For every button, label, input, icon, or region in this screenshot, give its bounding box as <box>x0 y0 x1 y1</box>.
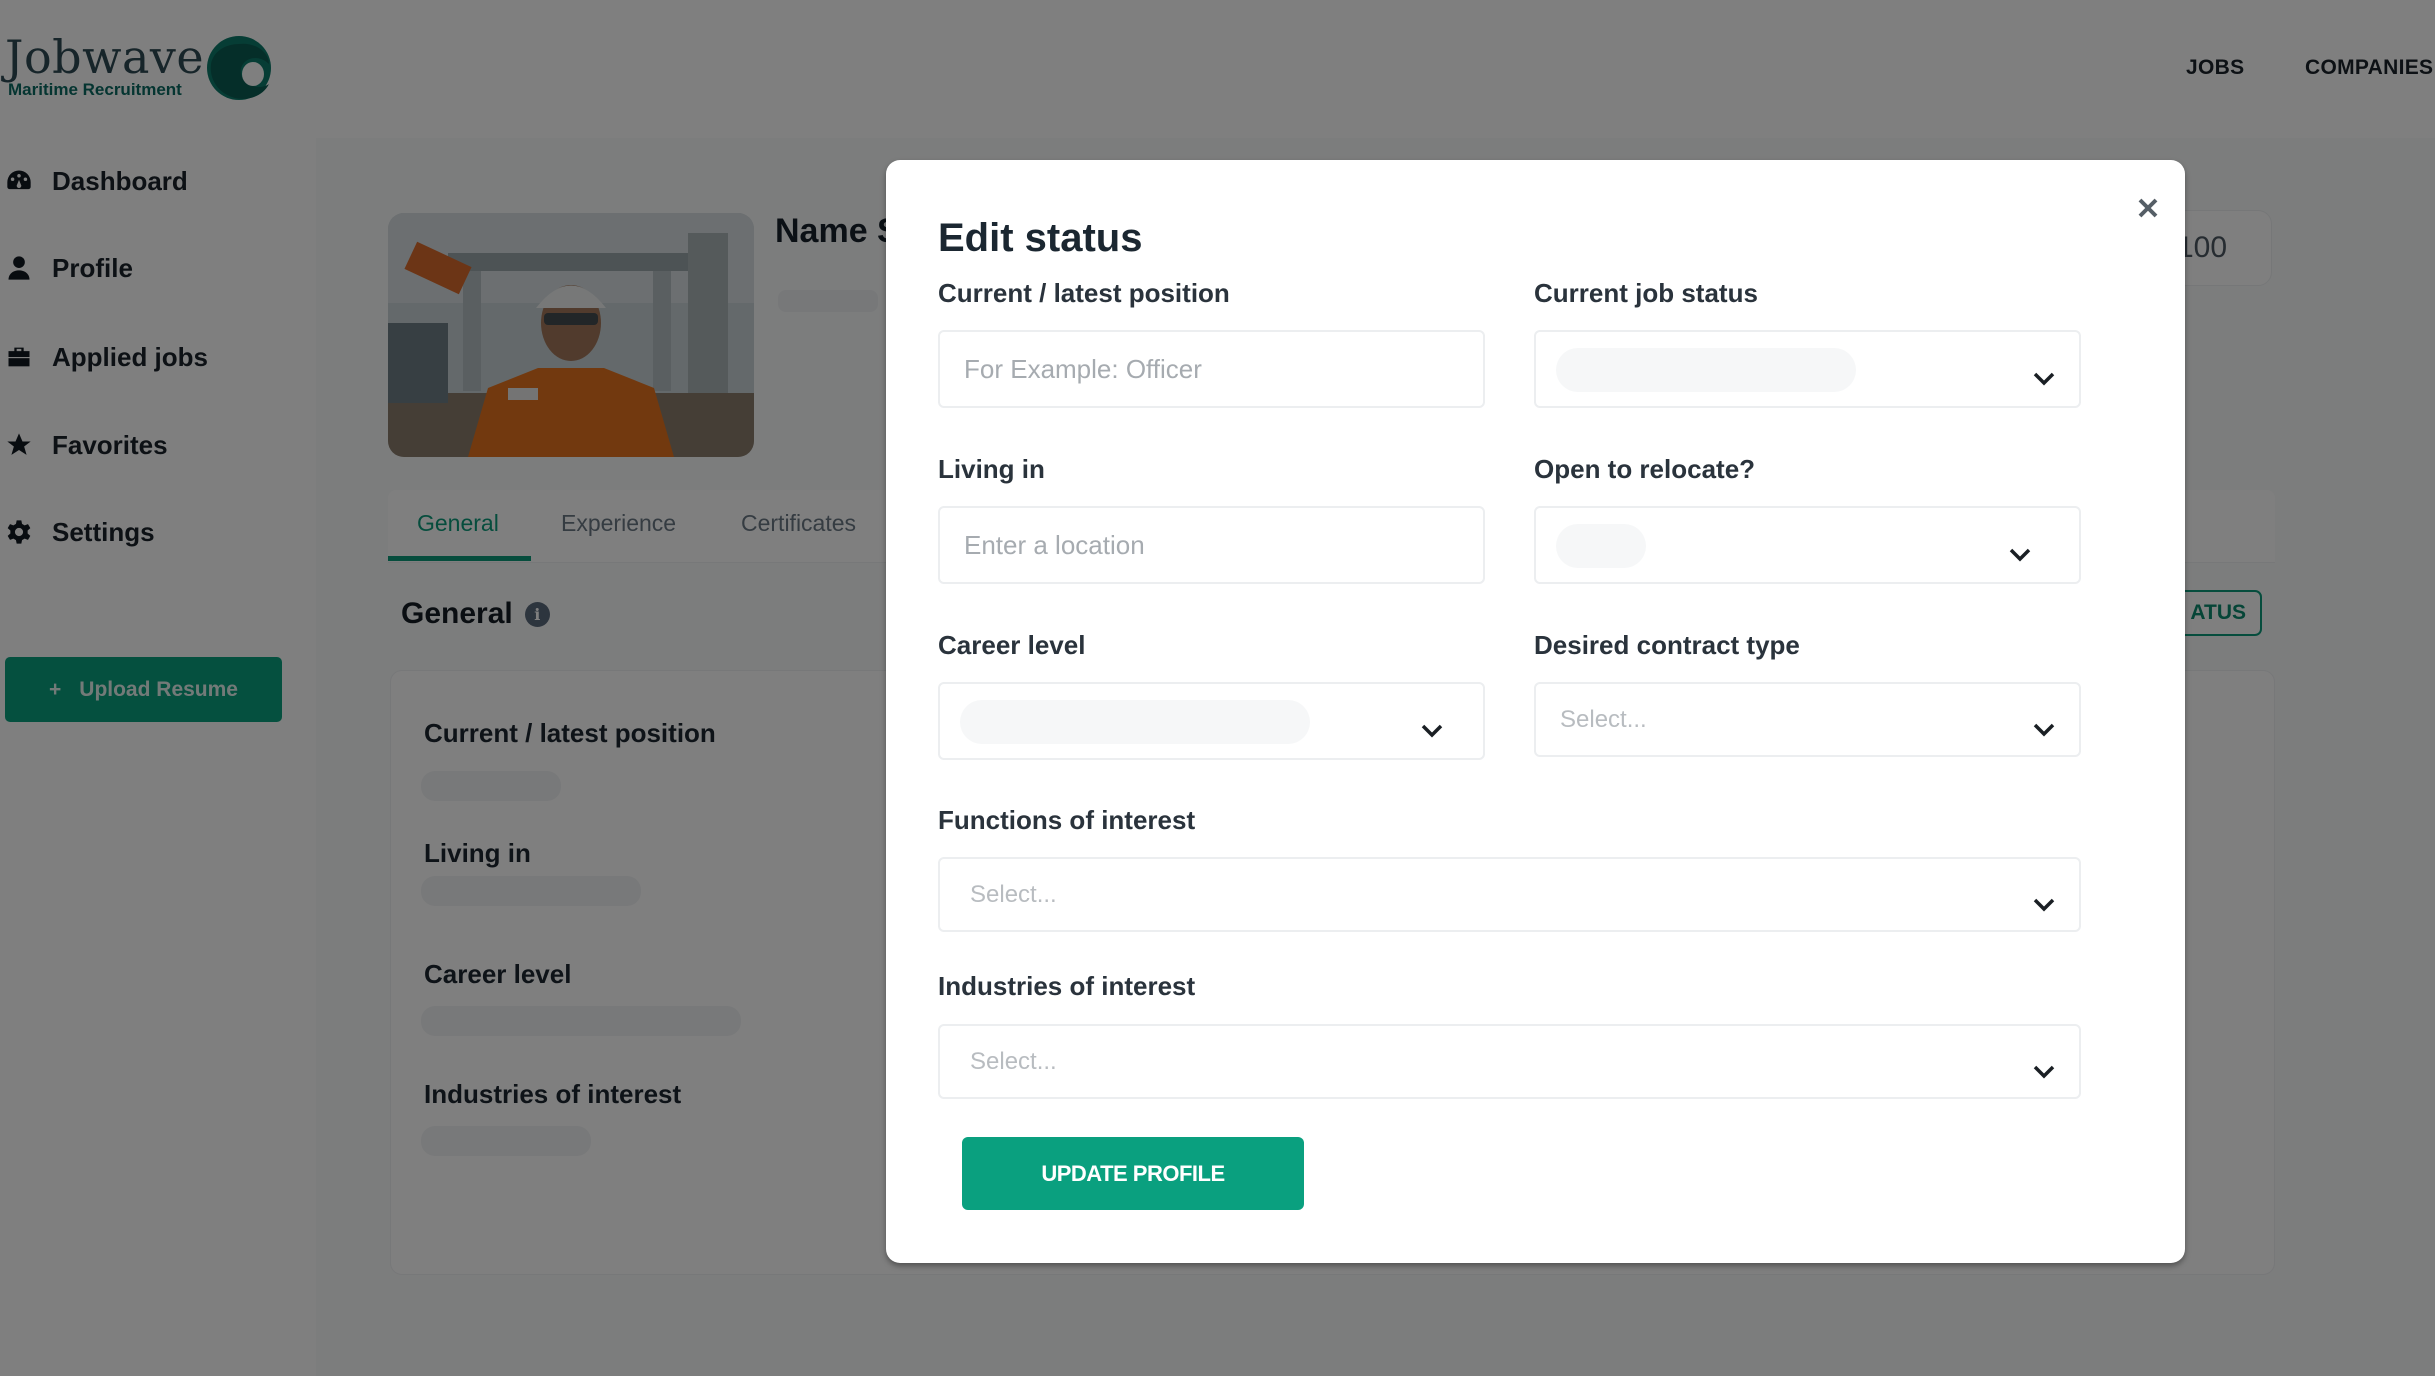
chevron-down-icon <box>2033 1055 2055 1078</box>
edit-status-modal: Edit status Current / latest position Cu… <box>886 160 2185 1263</box>
industries-select[interactable]: Select... <box>938 1024 2081 1099</box>
chevron-down-icon <box>1421 714 1443 738</box>
label-career-level: Career level <box>938 630 1086 660</box>
label-functions: Functions of interest <box>938 805 1196 835</box>
industries-placeholder: Select... <box>970 1047 1057 1075</box>
functions-select[interactable]: Select... <box>938 857 2081 932</box>
contract-type-select[interactable]: Select... <box>1534 682 2081 757</box>
close-button[interactable] <box>2130 190 2166 226</box>
label-contract-type: Desired contract type <box>1534 630 1800 660</box>
career-level-value-redacted <box>960 700 1310 744</box>
functions-placeholder: Select... <box>970 880 1057 908</box>
chevron-down-icon <box>2009 538 2031 562</box>
label-open-to-relocate: Open to relocate? <box>1534 454 1756 484</box>
contract-type-placeholder: Select... <box>1560 705 1647 733</box>
label-industries: Industries of interest <box>938 971 1196 1001</box>
modal-title: Edit status <box>938 216 1143 260</box>
job-status-select[interactable] <box>1534 330 2081 408</box>
label-current-position: Current / latest position <box>938 278 1230 308</box>
chevron-down-icon <box>2033 362 2055 386</box>
relocate-value-redacted <box>1556 524 1646 568</box>
relocate-select[interactable] <box>1534 506 2081 584</box>
career-level-select[interactable] <box>938 682 1485 760</box>
close-icon <box>2138 198 2158 218</box>
job-status-value-redacted <box>1556 348 1856 392</box>
living-in-input[interactable] <box>938 506 1485 584</box>
chevron-down-icon <box>2033 713 2055 736</box>
label-living-in: Living in <box>938 454 1045 484</box>
current-position-input[interactable] <box>938 330 1485 408</box>
label-job-status: Current job status <box>1534 278 1758 308</box>
chevron-down-icon <box>2033 888 2055 911</box>
update-profile-button[interactable]: UPDATE PROFILE <box>962 1137 1304 1210</box>
